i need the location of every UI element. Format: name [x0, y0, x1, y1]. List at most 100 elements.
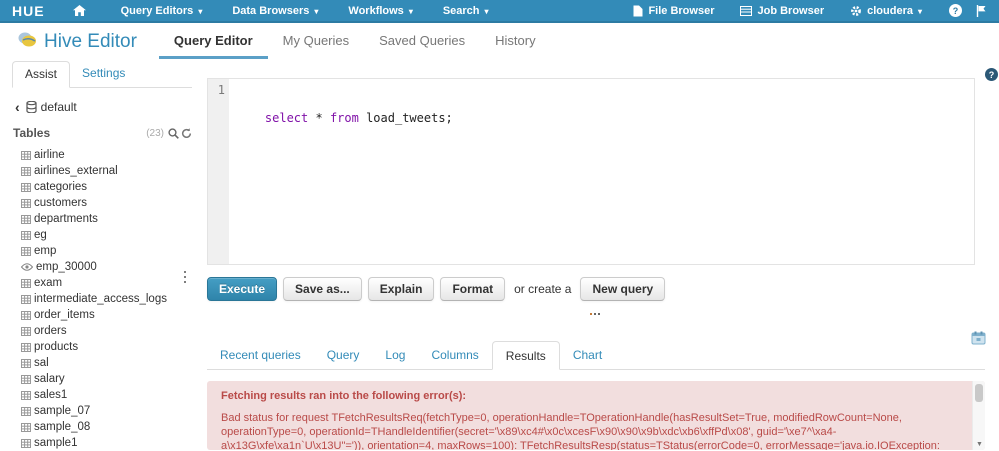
- table-list-item[interactable]: categories: [21, 179, 192, 195]
- table-list-item[interactable]: sample_07: [21, 403, 192, 419]
- app-tab[interactable]: My Queries: [268, 25, 364, 59]
- table-list-item[interactable]: airline: [21, 147, 192, 163]
- top-menu-item[interactable]: Query Editors ▾: [106, 0, 218, 21]
- navbar-right: File Browser Job Browser cloudera ▾ ?: [620, 0, 999, 21]
- new-query-button[interactable]: New query: [580, 277, 666, 301]
- result-tab-label: Columns: [431, 348, 479, 362]
- table-list-item[interactable]: airlines_external: [21, 163, 192, 179]
- table-list-item[interactable]: order_items: [21, 307, 192, 323]
- help-icon[interactable]: ?: [949, 4, 962, 17]
- file-browser-label: File Browser: [648, 4, 715, 17]
- tab-assist[interactable]: Assist: [12, 61, 71, 88]
- top-menu-item[interactable]: Search ▾: [428, 0, 504, 21]
- home-icon[interactable]: [72, 5, 86, 16]
- job-browser-label: Job Browser: [757, 4, 825, 17]
- calendar-icon[interactable]: [971, 331, 986, 350]
- hue-logo[interactable]: HUE: [12, 3, 45, 19]
- chevron-down-icon: ▾: [917, 7, 922, 16]
- top-menu-item[interactable]: Workflows ▾: [333, 0, 427, 21]
- code-token: select: [264, 111, 309, 125]
- table-icon: [21, 358, 31, 368]
- table-list-item[interactable]: intermediate_access_logs: [21, 291, 192, 307]
- result-tab[interactable]: Log: [372, 341, 418, 369]
- sidebar-resize-grip[interactable]: [184, 271, 188, 283]
- table-list-item[interactable]: emp: [21, 243, 192, 259]
- format-button[interactable]: Format: [440, 277, 506, 301]
- menu-label: Data Browsers: [232, 4, 310, 17]
- table-icon: [21, 390, 31, 400]
- app-tab[interactable]: Saved Queries: [364, 25, 480, 59]
- assist-tab-bar: Assist Settings: [12, 61, 192, 88]
- table-list-item[interactable]: sample_08: [21, 419, 192, 435]
- app-tab-label: Query Editor: [173, 33, 253, 48]
- table-icon: [21, 374, 31, 384]
- table-list-item[interactable]: departments: [21, 211, 192, 227]
- table-list-item[interactable]: salary: [21, 371, 192, 387]
- table-icon: [21, 166, 31, 176]
- result-tab[interactable]: Recent queries: [207, 341, 314, 369]
- table-list-item[interactable]: orders: [21, 323, 192, 339]
- search-icon[interactable]: [168, 127, 179, 139]
- scrollbar-thumb[interactable]: [975, 384, 983, 402]
- query-editor-panel[interactable]: 1 select * from load_tweets;: [207, 78, 975, 265]
- table-list-item[interactable]: sample1: [21, 435, 192, 451]
- view-eye-icon: [21, 263, 33, 271]
- app-header: Hive Editor Query Editor My Queries Save…: [0, 25, 999, 59]
- table-list-item[interactable]: customers: [21, 195, 192, 211]
- table-list-item[interactable]: products: [21, 339, 192, 355]
- table-icon: [21, 310, 31, 320]
- user-menu[interactable]: cloudera ▾: [837, 0, 935, 21]
- table-icon: [21, 342, 31, 352]
- table-list-item[interactable]: emp_30000: [21, 259, 192, 275]
- explain-button[interactable]: Explain: [367, 277, 435, 301]
- table-name: salary: [34, 373, 65, 385]
- table-list-item[interactable]: eg: [21, 227, 192, 243]
- app-tab[interactable]: Query Editor: [158, 25, 268, 59]
- panel-resize-grip[interactable]: [590, 313, 600, 315]
- tables-label: Tables: [13, 126, 51, 140]
- database-icon: [26, 101, 37, 113]
- menu-label: Workflows: [348, 4, 404, 17]
- result-tab-label: Results: [505, 349, 546, 363]
- gears-icon: [850, 5, 862, 17]
- result-tab[interactable]: Results: [491, 341, 560, 370]
- scroll-down-arrow-icon[interactable]: ▼: [976, 441, 983, 448]
- editor-help-icon[interactable]: ?: [985, 68, 998, 81]
- page-title[interactable]: Hive Editor: [44, 31, 137, 53]
- file-browser-link[interactable]: File Browser: [620, 0, 727, 21]
- error-message: Bad status for request TFetchResultsReq(…: [221, 412, 940, 450]
- table-list-item[interactable]: sales1: [21, 387, 192, 403]
- execute-button[interactable]: Execute: [207, 277, 278, 301]
- top-menu: Query Editors ▾ Data Browsers ▾ Workflow…: [106, 0, 504, 21]
- result-tab[interactable]: Columns: [418, 341, 491, 369]
- job-browser-link[interactable]: Job Browser: [727, 0, 837, 21]
- save-as-button[interactable]: Save as...: [283, 277, 362, 301]
- tab-settings[interactable]: Settings: [70, 61, 137, 87]
- result-tabs: Recent queries Query Log Columns Results: [207, 341, 985, 370]
- flag-icon[interactable]: [976, 4, 987, 17]
- table-name: exam: [34, 277, 63, 289]
- table-list-item[interactable]: sal: [21, 355, 192, 371]
- or-create-text: or create a: [514, 282, 572, 296]
- app-tab-label: Saved Queries: [379, 33, 466, 48]
- table-list-item[interactable]: exam: [21, 275, 192, 291]
- chevron-down-icon: ▾: [484, 7, 489, 16]
- code-token: from: [329, 111, 359, 125]
- back-chevron-icon[interactable]: ‹: [15, 99, 20, 115]
- error-scrollbar[interactable]: ▼: [972, 381, 985, 450]
- database-name[interactable]: default: [41, 100, 77, 114]
- assist-sidebar: Assist Settings ‹ default Tables (23) ai…: [12, 61, 192, 451]
- table-name: intermediate_access_logs: [34, 293, 167, 305]
- code-editor[interactable]: select * from load_tweets;: [229, 79, 974, 264]
- app-tab[interactable]: History: [480, 25, 550, 59]
- table-icon: [21, 150, 31, 160]
- table-name: sample1: [34, 437, 78, 449]
- top-menu-item[interactable]: Data Browsers ▾: [217, 0, 333, 21]
- result-tab[interactable]: Chart: [560, 341, 615, 369]
- error-alert: Fetching results ran into the following …: [207, 381, 985, 450]
- refresh-icon[interactable]: [181, 127, 192, 139]
- table-name: sales1: [34, 389, 68, 401]
- table-name: eg: [34, 229, 47, 241]
- result-tab[interactable]: Query: [314, 341, 373, 369]
- table-name: airlines_external: [34, 165, 118, 177]
